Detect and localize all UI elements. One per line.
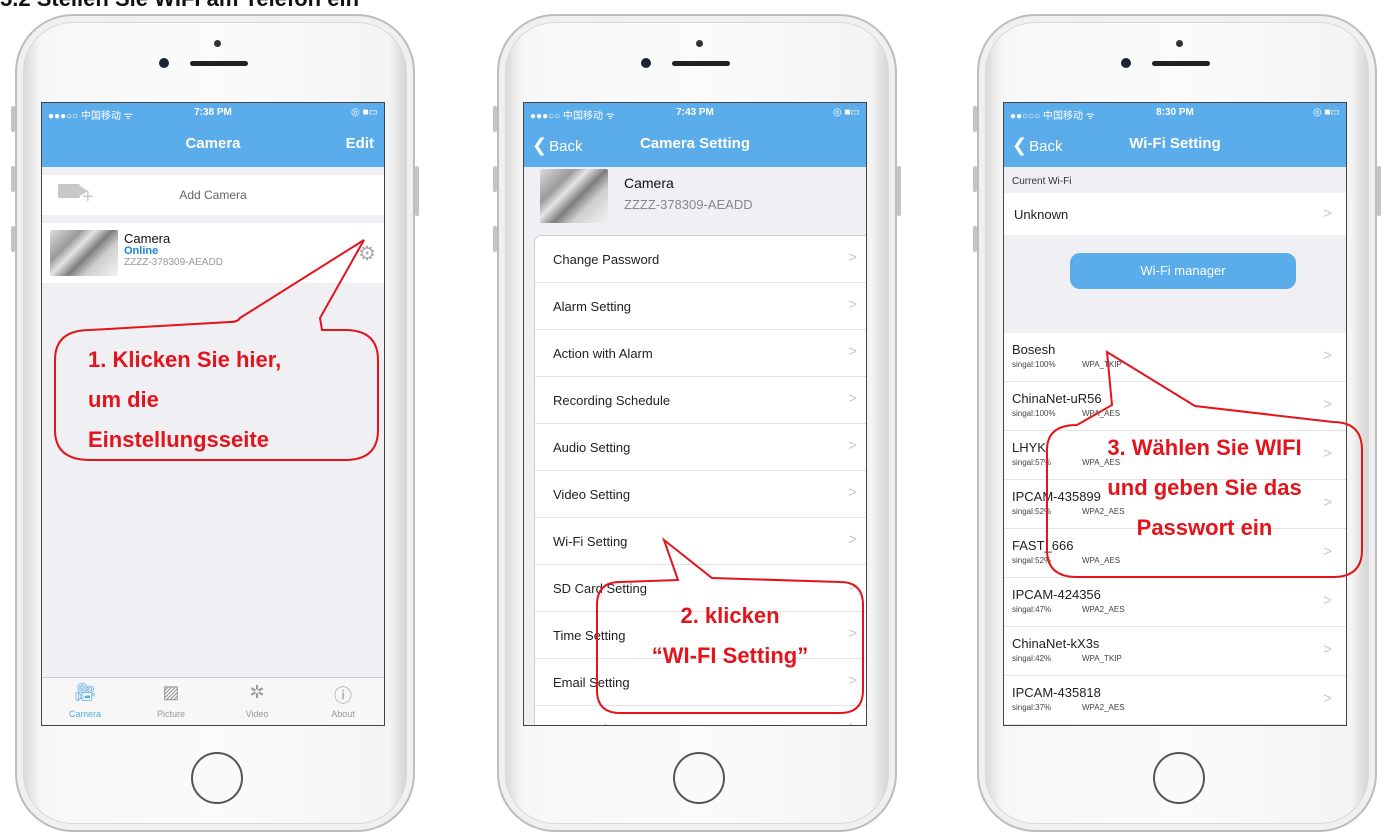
callout-line: 3. Wählen Sie WIFI <box>1107 435 1302 460</box>
callout-line: 1. Klicken Sie hier, <box>88 347 282 372</box>
callout-text-2: 2. klicken “WI-FI Setting” <box>597 596 863 676</box>
callout-line: um die <box>88 387 159 412</box>
callout-line: “WI-FI Setting” <box>651 643 809 668</box>
callout-text-3: 3. Wählen Sie WIFI und geben Sie das Pas… <box>1047 428 1362 548</box>
callout-text-1: 1. Klicken Sie hier, um die Einstellungs… <box>88 340 281 460</box>
callout-line: und geben Sie das <box>1107 475 1302 500</box>
callout-line: Passwort ein <box>1136 515 1273 540</box>
callout-line: 2. klicken <box>680 603 780 628</box>
callout-line: Einstellungsseite <box>88 427 269 452</box>
